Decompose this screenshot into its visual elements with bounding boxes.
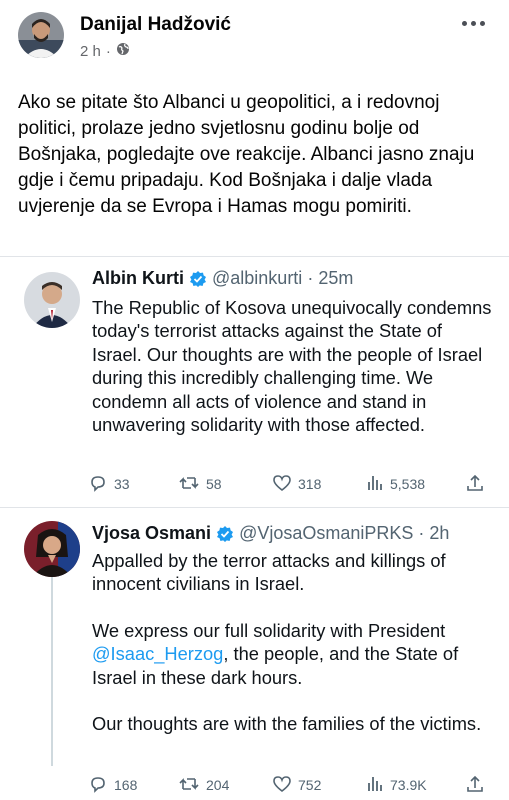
post-text: Ako se pitate što Albanci u geopolitici,… xyxy=(18,92,475,217)
like-count: 752 xyxy=(298,777,322,793)
like-button[interactable]: 318 xyxy=(272,472,321,496)
retweet-icon xyxy=(178,774,200,797)
views-button[interactable]: 5,538 xyxy=(366,472,425,496)
tweet-handle[interactable]: @VjosaOsmaniPRKS xyxy=(239,523,413,544)
share-button[interactable] xyxy=(466,773,484,797)
tweet-avatar[interactable] xyxy=(24,272,80,328)
views-count: 73.9K xyxy=(390,777,427,793)
embedded-tweet-kurti[interactable]: Albin Kurti @albinkurti · 25m The Republ… xyxy=(0,256,509,506)
author-name[interactable]: Danijal Hadžović xyxy=(80,14,231,36)
embedded-tweet-osmani[interactable]: Vjosa Osmani @VjosaOsmaniPRKS · 2h Appal… xyxy=(0,507,509,800)
retweet-button[interactable]: 58 xyxy=(178,472,222,496)
verified-badge-icon xyxy=(189,270,207,288)
like-button[interactable]: 752 xyxy=(272,773,321,797)
tweet-body-paragraph-1: Appalled by the terror attacks and killi… xyxy=(92,550,446,595)
author-avatar[interactable] xyxy=(18,12,64,58)
separator: · xyxy=(307,268,314,288)
reply-button[interactable]: 168 xyxy=(88,773,137,797)
post-meta: 2 h · xyxy=(80,42,130,60)
tweet-author-name[interactable]: Albin Kurti xyxy=(92,268,184,289)
share-icon xyxy=(466,774,484,797)
tweet-avatar[interactable] xyxy=(24,521,80,577)
more-options-icon[interactable] xyxy=(456,14,490,32)
separator: · xyxy=(418,523,425,543)
tweet-handle[interactable]: @albinkurti xyxy=(212,268,302,289)
retweet-button[interactable]: 204 xyxy=(178,773,229,797)
tweet-time[interactable]: 2h xyxy=(429,523,449,544)
retweet-count: 204 xyxy=(206,777,230,793)
tweet-header: Vjosa Osmani @VjosaOsmaniPRKS · 2h xyxy=(92,523,449,544)
tweet-author-name[interactable]: Vjosa Osmani xyxy=(92,523,211,544)
reply-count: 168 xyxy=(114,777,138,793)
views-chart-icon xyxy=(366,775,384,796)
share-button[interactable] xyxy=(466,472,484,496)
tweet-body-paragraph-3: Our thoughts are with the families of th… xyxy=(92,713,482,734)
reply-button[interactable]: 33 xyxy=(88,472,130,496)
tweet-time[interactable]: 25m xyxy=(318,268,353,289)
share-icon xyxy=(466,473,484,496)
heart-icon xyxy=(272,774,292,797)
body-text: We express our full solidarity with Pres… xyxy=(92,620,446,641)
tweet-body: The Republic of Kosova unequivocally con… xyxy=(92,297,492,436)
reply-icon xyxy=(88,473,108,496)
tweet-body-paragraph-2: We express our full solidarity with Pres… xyxy=(92,619,492,689)
post-time[interactable]: 2 h xyxy=(80,43,101,60)
like-count: 318 xyxy=(298,476,322,492)
views-count: 5,538 xyxy=(390,476,426,492)
verified-badge-icon xyxy=(216,525,234,543)
reply-icon xyxy=(88,774,108,797)
tweet-actions: 168 204 752 73.9K xyxy=(88,773,488,797)
heart-icon xyxy=(272,473,292,496)
globe-icon xyxy=(116,42,130,60)
views-chart-icon xyxy=(366,474,384,495)
views-button[interactable]: 73.9K xyxy=(366,773,427,797)
retweet-count: 58 xyxy=(206,476,222,492)
post-header: Danijal Hadžović 2 h · xyxy=(0,0,509,70)
reply-count: 33 xyxy=(114,476,130,492)
tweet-actions: 33 58 318 5,538 xyxy=(88,472,488,496)
tweet-header: Albin Kurti @albinkurti · 25m xyxy=(92,268,353,289)
retweet-icon xyxy=(178,473,200,496)
mention-link[interactable]: @Isaac_Herzog xyxy=(92,643,223,664)
